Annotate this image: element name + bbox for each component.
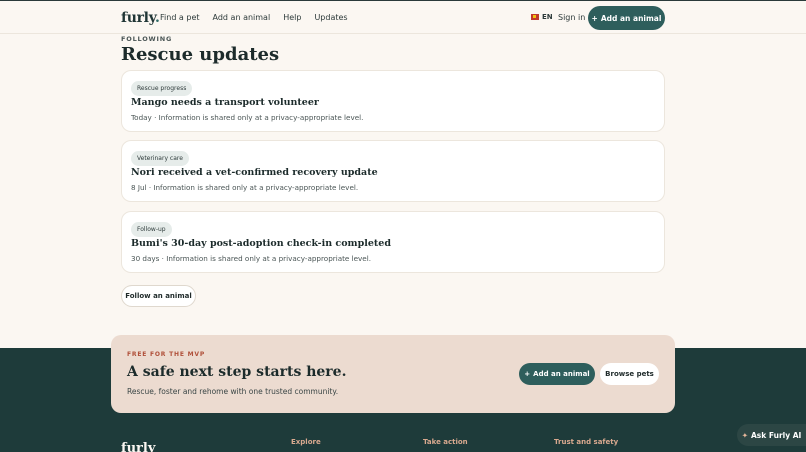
promo-add-animal-button[interactable]: + Add an animal xyxy=(519,363,595,385)
flag-icon xyxy=(531,14,539,20)
ask-ai-label: Ask Furly AI xyxy=(750,430,802,440)
top-navigation: furly. Find a pet Add an animal Help Upd… xyxy=(0,0,806,34)
nav-add-an-animal[interactable]: Add an animal xyxy=(213,13,271,22)
update-title: Nori received a vet-confirmed recovery u… xyxy=(131,167,378,178)
add-animal-button[interactable]: + Add an animal xyxy=(588,6,665,30)
promo-banner: FREE FOR THE MVP A safe next step starts… xyxy=(111,335,675,413)
promo-eyebrow: FREE FOR THE MVP xyxy=(127,351,206,358)
footer-logo[interactable]: furly xyxy=(121,441,155,452)
update-card[interactable]: Rescue progress Mango needs a transport … xyxy=(121,70,665,132)
footer-heading-explore: Explore xyxy=(291,438,321,446)
update-title: Bumi's 30-day post-adoption check-in com… xyxy=(131,238,391,249)
language-label: EN xyxy=(542,13,553,21)
nav-help[interactable]: Help xyxy=(283,13,301,22)
promo-subtitle: Rescue, foster and rehome with one trust… xyxy=(127,387,339,396)
update-tag: Follow-up xyxy=(131,222,172,237)
update-meta: 8 Jul · Information is shared only at a … xyxy=(131,183,359,192)
browse-pets-button[interactable]: Browse pets xyxy=(600,363,659,385)
nav-updates[interactable]: Updates xyxy=(314,13,347,22)
main-nav: Find a pet Add an animal Help Updates xyxy=(160,13,348,22)
page-title: Rescue updates xyxy=(121,44,280,65)
footer-heading-trust-safety: Trust and safety xyxy=(554,438,619,446)
update-card[interactable]: Veterinary care Nori received a vet-conf… xyxy=(121,140,665,202)
update-card[interactable]: Follow-up Bumi's 30-day post-adoption ch… xyxy=(121,211,665,273)
language-switcher[interactable]: EN xyxy=(531,13,553,21)
ask-ai-button[interactable]: ✦ Ask Furly AI xyxy=(737,424,806,446)
logo[interactable]: furly. xyxy=(121,10,160,26)
plus-icon: + xyxy=(524,370,531,378)
update-tag: Veterinary care xyxy=(131,151,189,166)
update-tag: Rescue progress xyxy=(131,81,193,96)
page-eyebrow: FOLLOWING xyxy=(121,35,173,43)
sign-in-link[interactable]: Sign in xyxy=(558,13,585,22)
promo-add-label: Add an animal xyxy=(533,370,590,378)
footer-heading-take-action: Take action xyxy=(423,438,468,446)
promo-title: A safe next step starts here. xyxy=(127,364,347,380)
update-title: Mango needs a transport volunteer xyxy=(131,97,319,108)
sparkle-icon: ✦ xyxy=(741,430,748,440)
update-meta: 30 days · Information is shared only at … xyxy=(131,254,372,263)
update-meta: Today · Information is shared only at a … xyxy=(131,113,364,122)
plus-icon: + xyxy=(591,13,598,23)
follow-animal-button[interactable]: Follow an animal xyxy=(121,285,196,307)
add-animal-label: Add an animal xyxy=(600,13,662,23)
nav-find-a-pet[interactable]: Find a pet xyxy=(160,13,200,22)
